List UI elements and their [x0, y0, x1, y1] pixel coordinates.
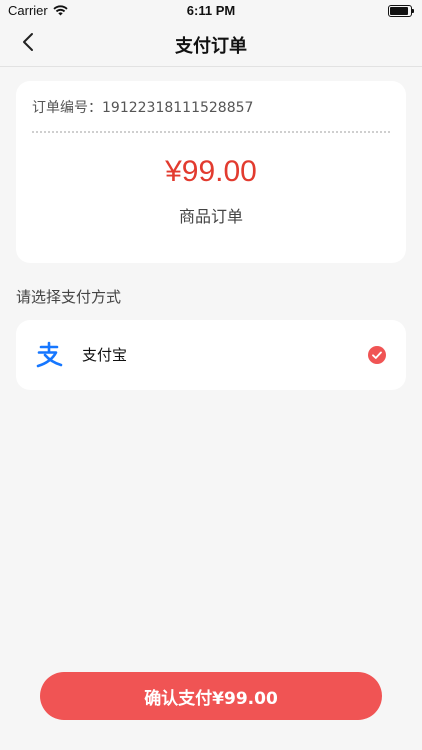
battery-nub — [412, 9, 414, 13]
payment-method-heading: 请选择支付方式 — [16, 288, 122, 306]
order-number-label: 订单编号： — [32, 100, 102, 116]
nav-bar: 支付订单 — [0, 22, 422, 67]
order-card: 订单编号：19122318111528857 ¥99.00 商品订单 — [16, 81, 406, 263]
alipay-icon — [34, 341, 64, 369]
payment-option-alipay[interactable]: 支付宝 — [16, 320, 406, 390]
status-bar: Carrier 6:11 PM — [0, 0, 422, 22]
battery-fill — [390, 7, 408, 15]
confirm-payment-button[interactable]: 确认支付¥99.00 — [40, 672, 382, 720]
dotted-divider — [32, 131, 390, 133]
battery-icon — [388, 5, 414, 17]
payment-method-name: 支付宝 — [82, 346, 128, 364]
confirm-payment-label: 确认支付¥99.00 — [144, 688, 278, 709]
page-title: 支付订单 — [175, 36, 247, 57]
order-number-row: 订单编号：19122318111528857 — [32, 97, 253, 117]
order-type: 商品订单 — [178, 207, 243, 226]
order-number-value: 19122318111528857 — [102, 100, 254, 116]
check-circle-icon[interactable] — [368, 346, 386, 364]
status-time: 6:11 PM — [186, 3, 236, 18]
order-amount: ¥99.00 — [165, 155, 257, 188]
